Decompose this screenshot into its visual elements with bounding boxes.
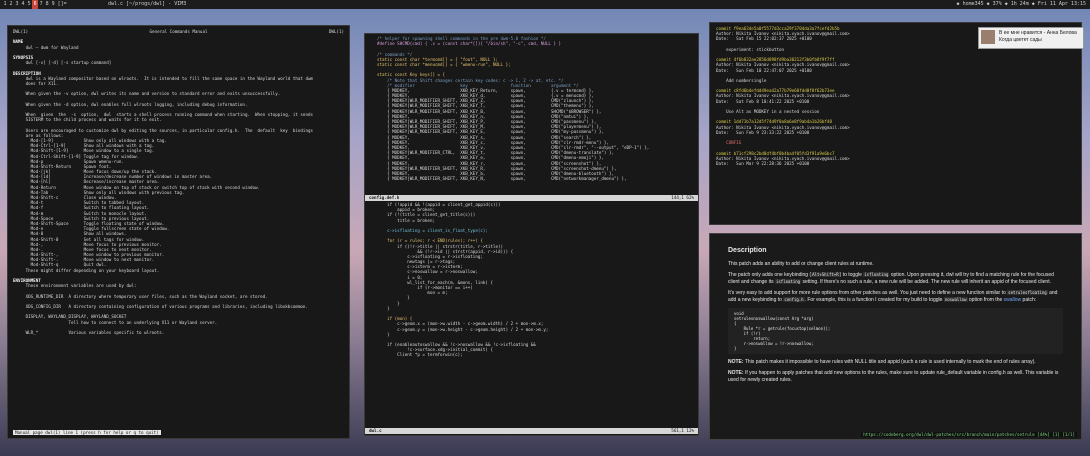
layout-indicator[interactable]: []= bbox=[56, 0, 68, 9]
patch-description: Description This patch adds an ability t… bbox=[728, 246, 1063, 388]
man-page-terminal[interactable]: DWL(1) General Commands Manual DWL(1) NA… bbox=[7, 25, 350, 439]
statusline-dwl: dwl.c 561,1 12% bbox=[365, 428, 698, 434]
notification-body: Когда цветет сады bbox=[999, 36, 1042, 43]
git-line: Date: Sun Mar 9 22:28:36 2025 +0100 bbox=[716, 160, 810, 166]
man-line: WLR_* Various variables specific to wlro… bbox=[13, 329, 165, 335]
section-heading: Description bbox=[728, 247, 767, 254]
paragraph-keybinding: The patch only adds one keybinding (Alt+… bbox=[728, 272, 1054, 285]
code-line: Client *p = termforwin(c); bbox=[377, 352, 463, 358]
notification-title: В ее мне нравится - Анна Белова bbox=[999, 30, 1077, 36]
album-art-icon bbox=[981, 30, 995, 44]
tag-list: 1 2 3 4 5 6 7 8 9 []= bbox=[2, 0, 68, 9]
music-notification[interactable]: В ее мне нравится - Анна Белова Когда цв… bbox=[978, 27, 1084, 49]
swallow-link[interactable]: swallow bbox=[1004, 297, 1022, 303]
man-body: NAME dwl — dwm for Wayland SYNOPSIS dwl [… bbox=[13, 39, 344, 335]
paragraph-extend: It's very easy to add support for more r… bbox=[728, 290, 1058, 303]
man-line: Users are encouraged to customize dwl by… bbox=[13, 127, 314, 133]
statusline-config: config.def.h 144,1 62% bbox=[365, 195, 698, 201]
browser-url-bar[interactable]: https://codeberg.org/dwl/dwl-patches/src… bbox=[861, 431, 1077, 437]
window-title: dwl.c [~/progs/dwl] - VIM3 bbox=[108, 1, 187, 7]
browser-window[interactable]: Description This patch adds an ability t… bbox=[709, 233, 1082, 440]
top-status-bar: 1 2 3 4 5 6 7 8 9 []= dwl.c [~/progs/dwl] - VIM3 … bbox=[0, 0, 1090, 9]
note-null-rule: NOTE: This patch makes it impossible to … bbox=[728, 359, 1036, 366]
code-line: { MODKEY|WLR_MODIFIER_SHIFT, XKB_KEY_N, … bbox=[377, 176, 627, 182]
paragraph-intro: This patch adds an ability to add or cha… bbox=[728, 261, 874, 267]
man-line: dwl is a Wayland compositor based on wlr… bbox=[13, 75, 314, 81]
vim-editor[interactable]: /* helper for spawning shell commands in… bbox=[364, 33, 699, 436]
editor-pane-config[interactable]: /* helper for spawning shell commands in… bbox=[365, 36, 698, 194]
pager-status: Manual page dwl(1) line 1 (press h for h… bbox=[13, 429, 161, 435]
man-line: XDG_CONFIG_DIR A directory containing co… bbox=[13, 303, 308, 309]
git-log-terminal[interactable]: commit f9ea634e5a0f5577d3cca29f3704da3a7… bbox=[709, 22, 1082, 225]
code-block: void setrulesnoswallow(const Arg *arg) {… bbox=[728, 308, 1063, 355]
note-rule-default: NOTE: If you happen to apply patches tha… bbox=[728, 370, 1059, 383]
status-text: ◆ home345 ◆ 37% ◆ 1h 24m ◆ Fri 11 Apr 13… bbox=[956, 1, 1086, 7]
editor-pane-dwl[interactable]: if (!appid && !(appid = client_get_appid… bbox=[365, 202, 698, 428]
